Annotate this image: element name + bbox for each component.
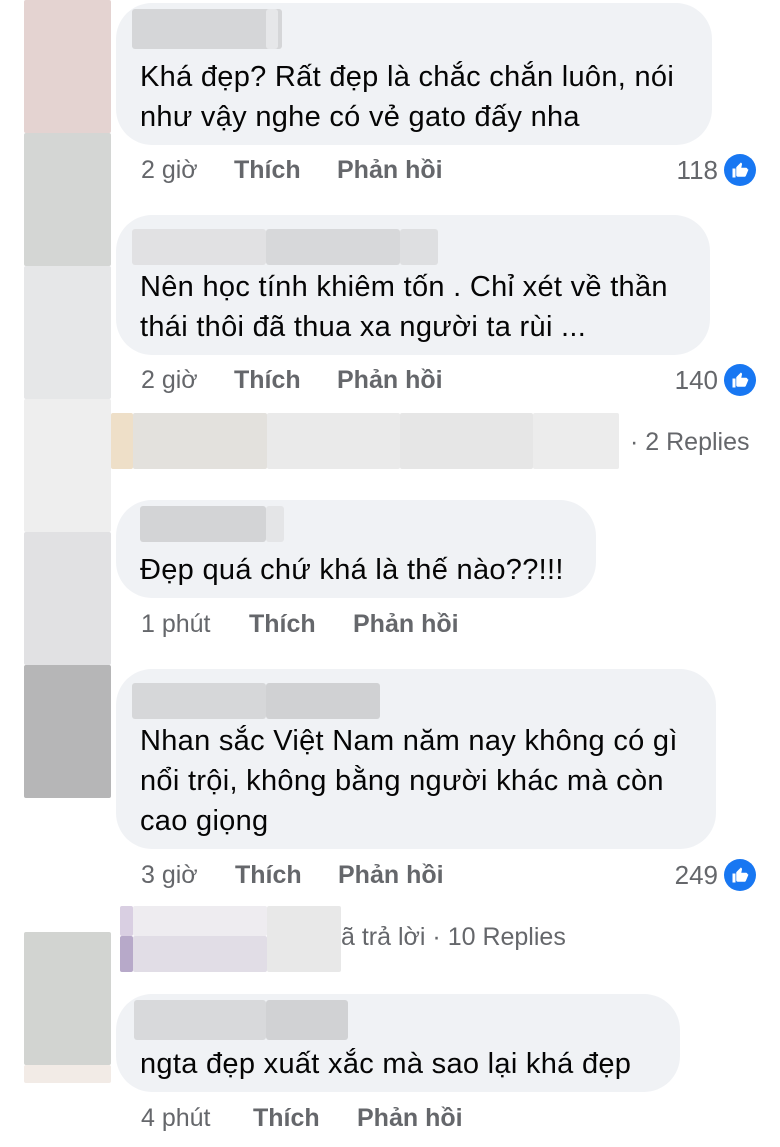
avatar[interactable] xyxy=(24,133,111,266)
reply-preview xyxy=(533,413,619,469)
reaction-count: 140 xyxy=(674,364,718,395)
commenter-name xyxy=(266,9,278,49)
comment-text: như vậy nghe có vẻ gato đấy nha xyxy=(140,101,580,133)
reply-preview xyxy=(400,413,533,469)
comment-text: Khá đẹp? Rất đẹp là chắc chắn luôn, nói xyxy=(140,61,675,93)
avatar xyxy=(24,399,111,532)
avatar xyxy=(24,932,111,1065)
reply-avatar xyxy=(120,936,133,972)
like-button[interactable]: Thích xyxy=(249,604,316,644)
comment-timestamp[interactable]: 3 giờ xyxy=(141,855,198,895)
reply-button[interactable]: Phản hồi xyxy=(353,604,459,644)
commenter-name xyxy=(266,229,400,265)
thumbs-up-icon xyxy=(724,364,756,396)
like-button[interactable]: Thích xyxy=(235,855,302,895)
view-replies-link[interactable]: · 2 Replies xyxy=(630,422,750,462)
reply-button[interactable]: Phản hồi xyxy=(357,1098,463,1138)
thumbs-up-icon xyxy=(724,154,756,186)
reply-preview xyxy=(267,906,341,972)
comment-text: Đẹp quá chứ khá là thế nào??!!! xyxy=(140,554,564,586)
comment-bubble: Đẹp quá chứ khá là thế nào??!!! xyxy=(116,500,596,598)
commenter-name xyxy=(266,683,380,719)
comment-bubble: Nên học tính khiêm tốn . Chỉ xét về thần… xyxy=(116,215,710,355)
comment-text: cao giọng xyxy=(140,805,269,837)
avatar xyxy=(24,266,111,399)
commenter-name[interactable] xyxy=(140,506,266,542)
reply-avatar[interactable] xyxy=(120,906,133,936)
commenter-name[interactable] xyxy=(132,229,266,265)
reply-preview xyxy=(133,936,267,972)
reply-avatar[interactable] xyxy=(111,413,133,469)
reply-preview xyxy=(267,413,400,469)
reply-button[interactable]: Phản hồi xyxy=(337,150,443,190)
comment-text: nổi trội, không bằng người khác mà còn xyxy=(140,765,664,797)
comment-actions: 3 giờ Thích Phản hồi xyxy=(141,855,501,895)
comment-actions: 4 phút Thích Phản hồi xyxy=(141,1098,501,1138)
comment-actions: 1 phút Thích Phản hồi xyxy=(141,604,501,644)
view-replies-link[interactable]: ã trả lời · 10 Replies xyxy=(341,917,566,957)
commenter-name[interactable] xyxy=(132,683,266,719)
avatar[interactable] xyxy=(24,0,111,133)
reply-preview[interactable] xyxy=(133,413,267,469)
comment-actions: 2 giờ Thích Phản hồi xyxy=(141,150,501,190)
like-button[interactable]: Thích xyxy=(253,1098,320,1138)
comment-text: Nên học tính khiêm tốn . Chỉ xét về thần xyxy=(140,271,668,303)
reply-button[interactable]: Phản hồi xyxy=(337,360,443,400)
avatar-column xyxy=(24,0,111,1147)
comment-timestamp[interactable]: 2 giờ xyxy=(141,150,198,190)
reaction-summary[interactable]: 118 xyxy=(677,150,756,190)
comment-actions: 2 giờ Thích Phản hồi xyxy=(141,360,501,400)
reply-preview[interactable] xyxy=(133,906,267,936)
like-button[interactable]: Thích xyxy=(234,150,301,190)
reply-button[interactable]: Phản hồi xyxy=(338,855,444,895)
commenter-name xyxy=(400,229,438,265)
like-button[interactable]: Thích xyxy=(234,360,301,400)
comment-text: ngta đẹp xuất xắc mà sao lại khá đẹp xyxy=(140,1048,632,1080)
comment-timestamp[interactable]: 4 phút xyxy=(141,1098,211,1138)
thumbs-up-icon xyxy=(724,859,756,891)
commenter-name[interactable] xyxy=(132,9,282,49)
commenter-name xyxy=(266,1000,348,1040)
comment-bubble: Khá đẹp? Rất đẹp là chắc chắn luôn, nói … xyxy=(116,3,712,145)
comment-timestamp[interactable]: 1 phút xyxy=(141,604,211,644)
reaction-count: 249 xyxy=(674,859,718,890)
reaction-summary[interactable]: 140 xyxy=(675,360,756,400)
reaction-summary[interactable]: 249 xyxy=(675,855,756,895)
reaction-count: 118 xyxy=(676,154,718,185)
avatar[interactable] xyxy=(24,665,111,798)
comment-bubble: Nhan sắc Việt Nam năm nay không có gì nổ… xyxy=(116,669,716,849)
avatar xyxy=(24,1065,111,1083)
comment-text: thái thôi đã thua xa người ta rùi ... xyxy=(140,311,587,343)
comment-timestamp[interactable]: 2 giờ xyxy=(141,360,198,400)
comment-bubble: ngta đẹp xuất xắc mà sao lại khá đẹp xyxy=(116,994,680,1092)
comment-text: Nhan sắc Việt Nam năm nay không có gì xyxy=(140,725,678,757)
avatar[interactable] xyxy=(24,532,111,665)
commenter-name[interactable] xyxy=(134,1000,266,1040)
commenter-name xyxy=(266,506,284,542)
